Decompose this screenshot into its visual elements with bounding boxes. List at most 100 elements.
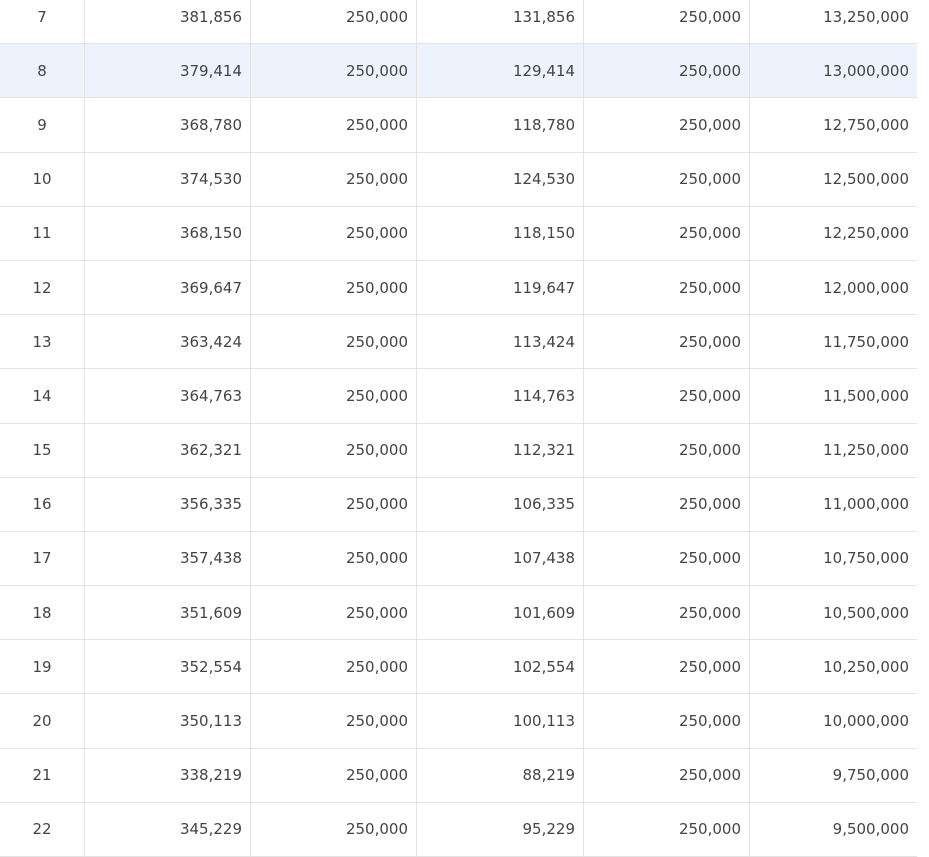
cell-col3: 100,113: [417, 694, 584, 748]
cell-period: 10: [0, 152, 85, 206]
cell-col1: 368,150: [85, 206, 251, 260]
table-row: 12 369,647 250,000 119,647 250,000 12,00…: [0, 260, 917, 316]
cell-col3: 114,763: [417, 369, 584, 423]
cell-period: 8: [0, 44, 85, 98]
cell-col1: 369,647: [85, 260, 251, 315]
cell-col4: 250,000: [584, 260, 750, 315]
cell-col3: 88,219: [417, 748, 584, 802]
table-row: 15 362,321 250,000 112,321 250,000 11,25…: [0, 423, 917, 478]
cell-col2: 250,000: [251, 369, 417, 423]
cell-col2: 250,000: [251, 206, 417, 260]
cell-col4: 250,000: [584, 152, 750, 206]
table-row: 14 364,763 250,000 114,763 250,000 11,50…: [0, 369, 917, 424]
cell-col2: 250,000: [251, 423, 417, 477]
cell-col2: 250,000: [251, 586, 417, 640]
cell-col5: 9,750,000: [832, 766, 909, 785]
cell-col4: 250,000: [584, 315, 750, 369]
table-row: 19 352,554 250,000 102,554 250,000 10,25…: [0, 640, 917, 695]
cell-col2: 250,000: [251, 748, 417, 802]
cell-period: 22: [0, 802, 85, 856]
cell-col5: 12,750,000: [823, 115, 909, 134]
cell-period: 9: [0, 98, 85, 152]
cell-period: 11: [0, 206, 85, 260]
cell-col2: 250,000: [251, 477, 417, 531]
cell-col1: 338,219: [85, 748, 251, 802]
cell-col5: 10,000,000: [823, 712, 909, 731]
cell-col4: 250,000: [584, 531, 750, 586]
cell-col2: 250,000: [251, 802, 417, 856]
cell-col4: 250,000: [584, 748, 750, 802]
table-row: 11 368,150 250,000 118,150 250,000 12,25…: [0, 206, 917, 261]
cell-period: 13: [0, 315, 85, 369]
cell-col1: 362,321: [85, 423, 251, 477]
table-row: 21 338,219 250,000 88,219 250,000 9,750,…: [0, 748, 917, 803]
cell-col3: 95,229: [417, 802, 584, 856]
cell-col2: 250,000: [251, 0, 417, 44]
cell-col5: 10,750,000: [823, 549, 909, 568]
cell-col5: 10,500,000: [823, 603, 909, 622]
cell-col3: 101,609: [417, 586, 584, 640]
cell-col3: 102,554: [417, 640, 584, 694]
cell-col4: 250,000: [584, 640, 750, 694]
payment-schedule-table: 7 381,856 250,000 131,856 250,000 13,250…: [0, 0, 917, 857]
cell-col5: 10,250,000: [823, 657, 909, 676]
cell-col3: 119,647: [417, 260, 584, 315]
cell-col2: 250,000: [251, 152, 417, 206]
cell-col3: 113,424: [417, 315, 584, 369]
cell-col2: 250,000: [251, 694, 417, 748]
cell-col1: 381,856: [85, 0, 251, 44]
cell-col2: 250,000: [251, 44, 417, 98]
cell-period: 17: [0, 531, 85, 586]
cell-col1: 357,438: [85, 531, 251, 586]
table-row-hovered[interactable]: 8 379,414 250,000 129,414 250,000 13,000…: [0, 44, 917, 99]
cell-period: 12: [0, 260, 85, 315]
cell-col5: 11,750,000: [823, 332, 909, 351]
cell-period: 7: [0, 0, 85, 44]
cell-col3: 129,414: [417, 44, 584, 98]
table-row: 16 356,335 250,000 106,335 250,000 11,00…: [0, 477, 917, 532]
cell-col5: 9,500,000: [832, 820, 909, 839]
cell-col5: 12,250,000: [823, 224, 909, 243]
cell-col1: 350,113: [85, 694, 251, 748]
table-row: 20 350,113 250,000 100,113 250,000 10,00…: [0, 694, 917, 749]
cell-col3: 106,335: [417, 477, 584, 531]
cell-col2: 250,000: [251, 260, 417, 315]
cell-col4: 250,000: [584, 586, 750, 640]
cell-period: 16: [0, 477, 85, 531]
cell-col1: 345,229: [85, 802, 251, 856]
cell-col1: 352,554: [85, 640, 251, 694]
cell-col4: 250,000: [584, 98, 750, 152]
table-row: 7 381,856 250,000 131,856 250,000 13,250…: [0, 0, 917, 45]
cell-period: 19: [0, 640, 85, 694]
table-row: 10 374,530 250,000 124,530 250,000 12,50…: [0, 152, 917, 207]
table-row: 13 363,424 250,000 113,424 250,000 11,75…: [0, 315, 917, 370]
cell-col4: 250,000: [584, 369, 750, 423]
cell-col2: 250,000: [251, 98, 417, 152]
cell-col5: 13,000,000: [823, 61, 909, 80]
cell-col4: 250,000: [584, 477, 750, 531]
cell-period: 18: [0, 586, 85, 640]
cell-col3: 124,530: [417, 152, 584, 206]
cell-period: 15: [0, 423, 85, 477]
cell-col3: 107,438: [417, 531, 584, 586]
cell-col5: 13,250,000: [823, 7, 909, 26]
cell-col1: 363,424: [85, 315, 251, 369]
cell-col2: 250,000: [251, 640, 417, 694]
cell-col3: 112,321: [417, 423, 584, 477]
table-row: 22 345,229 250,000 95,229 250,000 9,500,…: [0, 802, 917, 857]
cell-period: 20: [0, 694, 85, 748]
cell-col4: 250,000: [584, 423, 750, 477]
cell-col3: 118,150: [417, 206, 584, 260]
cell-col5: 11,250,000: [823, 441, 909, 460]
cell-col2: 250,000: [251, 315, 417, 369]
cell-col4: 250,000: [584, 694, 750, 748]
cell-col4: 250,000: [584, 802, 750, 856]
cell-period: 14: [0, 369, 85, 423]
table-row: 18 351,609 250,000 101,609 250,000 10,50…: [0, 586, 917, 641]
cell-col3: 118,780: [417, 98, 584, 152]
cell-col5: 11,000,000: [823, 495, 909, 514]
cell-col1: 374,530: [85, 152, 251, 206]
cell-col1: 379,414: [85, 44, 251, 98]
cell-col5: 11,500,000: [823, 386, 909, 405]
cell-col1: 351,609: [85, 586, 251, 640]
